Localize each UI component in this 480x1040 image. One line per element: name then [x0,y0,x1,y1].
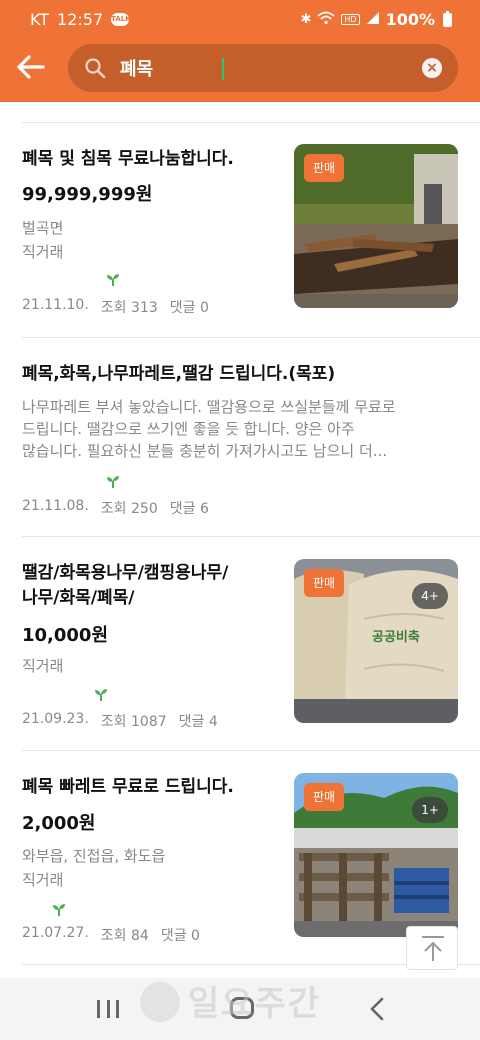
recent-apps-icon[interactable] [97,1000,119,1018]
item-comments: 댓글 0 [160,928,200,944]
scroll-top-button[interactable] [406,926,458,970]
bluetooth-icon: ✱ [300,12,312,27]
battery-icon [443,10,452,27]
sprout-icon [52,903,66,920]
clear-icon[interactable]: × [422,58,442,78]
text-cursor [222,58,224,80]
item-date: 21.11.10. [22,297,89,313]
hd-voice-icon: HD [341,14,360,25]
item-views: 조회 313 [100,300,158,316]
signal-icon [366,11,380,29]
search-input[interactable] [120,56,400,80]
search-icon [84,57,106,79]
item-comments: 댓글 4 [178,714,218,730]
item-location: 벌곡면 [22,219,64,237]
item-thumbnail[interactable]: 판매 [294,144,458,308]
app-header: KT 12:57 TALK ✱ HD 100% × [0,0,480,102]
search-bar[interactable]: × [68,44,458,92]
wifi-icon [317,11,335,29]
list-item[interactable]: 폐목,화목,나무파레트,땔감 드립니다.(목포) 나무파레트 부셔 놓았습니다.… [0,338,480,537]
item-location: 와부읍, 진접읍, 화도읍 [22,847,166,865]
scroll-top-icon [422,936,444,961]
item-comments: 댓글 6 [169,501,209,517]
status-badge: 판매 [304,783,345,811]
talk-notification-icon: TALK [111,13,131,26]
item-price: 10,000원 [22,625,109,646]
status-bar: KT 12:57 TALK ✱ HD 100% [0,0,480,40]
item-description: 나무파레트 부셔 놓았습니다. 땔감용으로 쓰실분들께 무료로 드립니다. 땔감… [22,398,396,460]
photo-count-badge: 1+ [412,797,448,823]
item-title: 폐목 및 침목 무료나눔합니다. [22,149,234,169]
nav-back-icon[interactable] [366,996,390,1022]
item-comments: 댓글 0 [169,300,209,316]
item-price: 2,000원 [22,813,96,834]
item-trade-type: 직거래 [22,243,64,261]
status-badge: 판매 [304,569,345,597]
bag-label: 공공비축 [372,629,420,645]
item-views: 조회 250 [100,501,158,517]
item-date: 21.07.27. [22,925,89,941]
photo-count-badge: 4+ [412,583,448,609]
item-views: 조회 84 [100,928,149,944]
item-trade-type: 직거래 [22,657,64,675]
battery-percent: 100% [385,10,435,29]
item-price: 99,999,999원 [22,184,153,205]
back-arrow-icon[interactable] [14,50,48,84]
item-title: 폐목 빠레트 무료로 드립니다. [22,777,234,797]
watermark: 일요주간 [188,984,322,1024]
item-date: 21.09.23. [22,711,89,727]
list-item[interactable]: 땔감/화목용나무/캠핑용나무/ 나무/화목/폐목/ 10,000원 직거래 21… [0,537,480,750]
item-thumbnail[interactable]: 판매 1+ [294,773,458,937]
clock: 12:57 [57,10,104,29]
status-badge: 판매 [304,154,345,182]
item-views: 조회 1087 [100,714,167,730]
item-date: 21.11.08. [22,498,89,514]
item-title: 폐목,화목,나무파레트,땔감 드립니다.(목포) [22,364,336,384]
list-item[interactable]: 폐목 및 침목 무료나눔합니다. 99,999,999원 벌곡면 직거래 21.… [0,123,480,338]
sprout-icon [94,688,108,705]
sprout-icon [106,273,120,290]
carrier-label: KT [30,10,50,29]
item-thumbnail[interactable]: 공공비축 판매 4+ [294,559,458,723]
item-title: 땔감/화목용나무/캠핑용나무/ 나무/화목/폐목/ [22,563,229,608]
watermark-logo [140,982,180,1022]
item-trade-type: 직거래 [22,871,64,889]
sprout-icon [106,475,120,492]
